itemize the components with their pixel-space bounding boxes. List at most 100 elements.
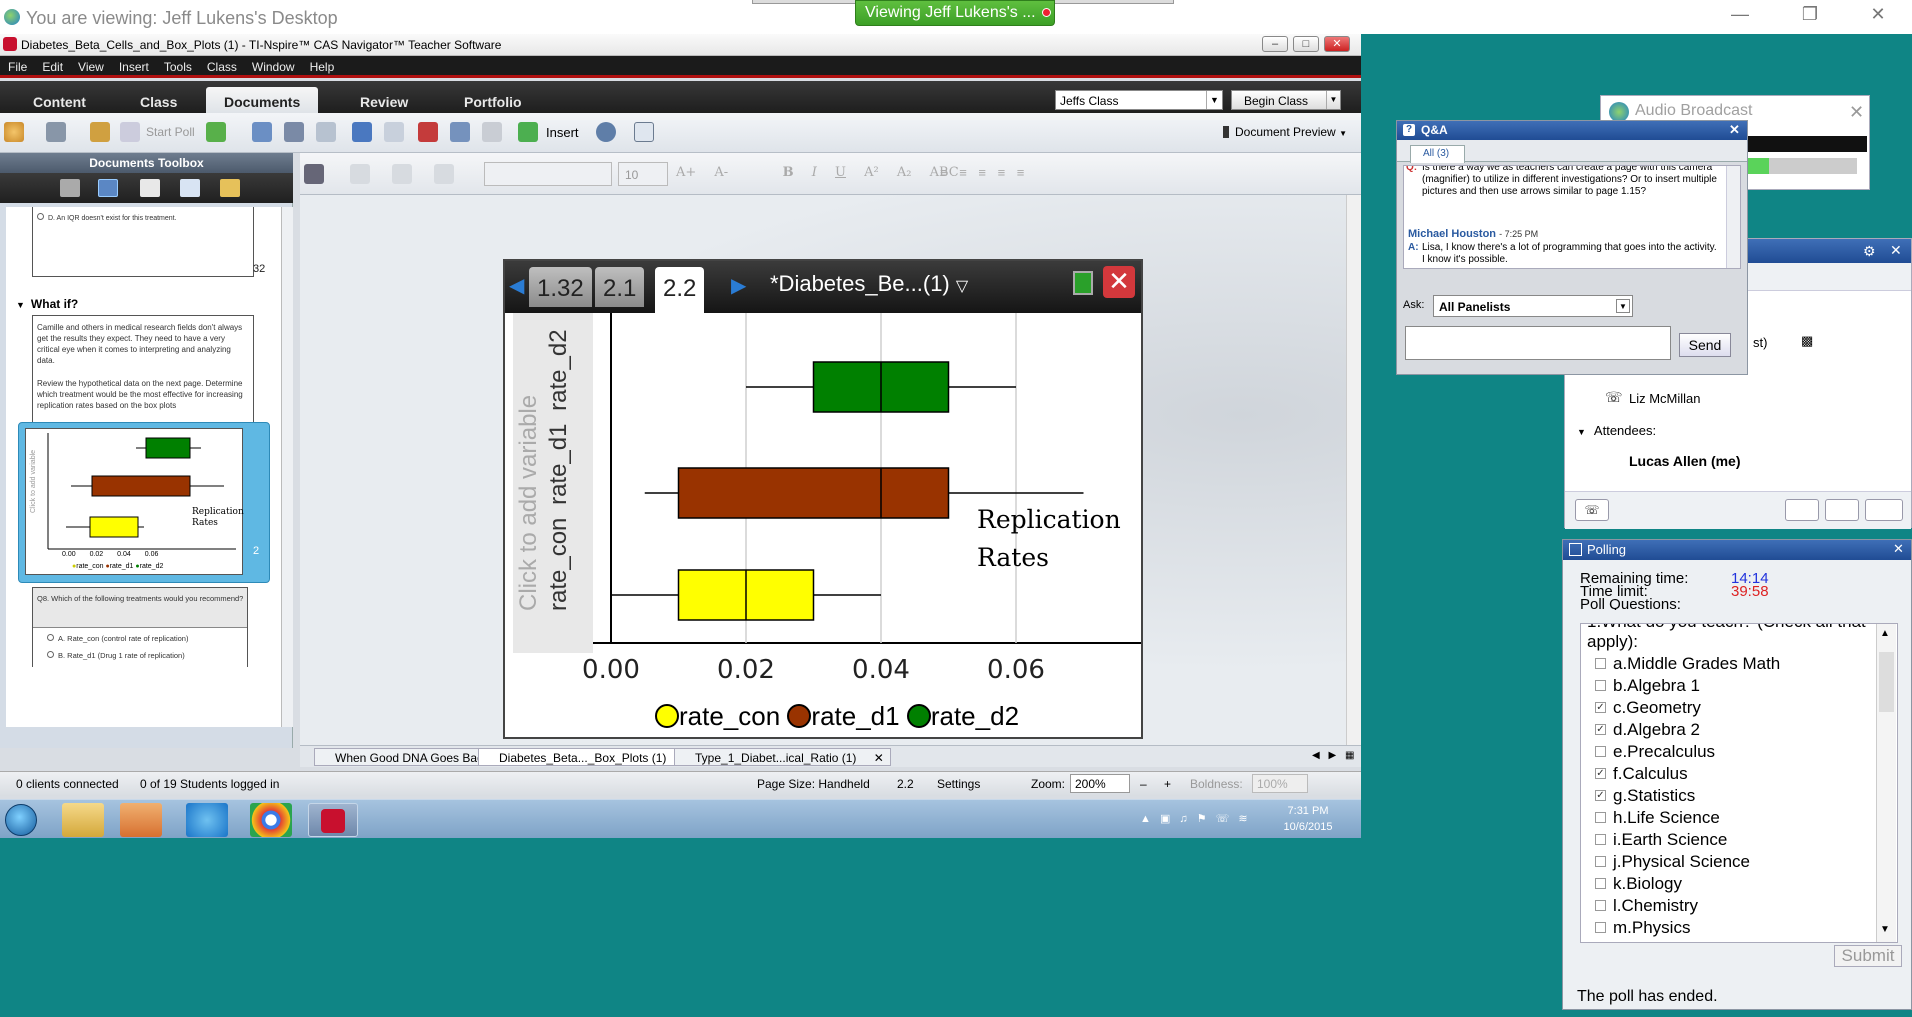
document-preview-button[interactable]: Document Preview ▼: [1223, 125, 1347, 139]
volume-slider[interactable]: [1747, 158, 1857, 174]
page-thumbnail-q7[interactable]: D. An IQR doesn't exist for this treatme…: [32, 207, 254, 277]
checkbox[interactable]: [1595, 680, 1606, 691]
media-player-icon[interactable]: [120, 803, 162, 837]
checkbox[interactable]: [1595, 900, 1606, 911]
problem-header[interactable]: ▼ What if?: [16, 297, 78, 311]
app-close-button[interactable]: ✕: [1324, 36, 1350, 52]
tab-all-questions[interactable]: All (3): [1410, 145, 1465, 163]
explorer-icon[interactable]: [62, 803, 104, 837]
emulator-icon[interactable]: [140, 179, 160, 197]
copy-icon[interactable]: [450, 122, 470, 142]
menu-window[interactable]: Window: [244, 56, 302, 74]
menu-view[interactable]: View: [70, 56, 111, 74]
menu-help[interactable]: Help: [302, 56, 342, 74]
prev-page-icon[interactable]: ◀: [509, 273, 524, 298]
close-icon[interactable]: ✕: [1849, 102, 1864, 123]
page-sorter-icon[interactable]: [98, 179, 118, 197]
utilities-icon[interactable]: [180, 179, 200, 197]
broadcast-button[interactable]: [1785, 499, 1819, 521]
cut-icon[interactable]: [418, 122, 438, 142]
close-icon[interactable]: ✕: [1858, 4, 1898, 30]
checkbox[interactable]: [1595, 746, 1606, 757]
menu-file[interactable]: File: [0, 56, 34, 74]
phone-button[interactable]: ☏: [1575, 499, 1609, 521]
send-button[interactable]: Send: [1679, 333, 1731, 357]
text-format-buttons[interactable]: A+ A- B I U A² A₂ ABC: [676, 165, 959, 180]
ask-recipient-select[interactable]: All Panelists ▼: [1433, 295, 1633, 317]
qa-scrollbar[interactable]: [1726, 166, 1740, 268]
redo-icon[interactable]: [384, 122, 404, 142]
y-axis-hint[interactable]: Click to add variable: [515, 395, 543, 611]
thumbnails-scrollbar[interactable]: [281, 207, 293, 727]
new-document-icon[interactable]: [206, 122, 226, 142]
close-icon[interactable]: ✕: [1893, 541, 1904, 557]
tab-content[interactable]: Content: [15, 87, 104, 113]
document-tab-active[interactable]: Diabetes_Beta..._Box_Plots (1) ✕: [478, 748, 701, 766]
paste-icon[interactable]: [482, 122, 502, 142]
attendees-section[interactable]: ▼ Attendees:: [1577, 423, 1656, 438]
question-input[interactable]: [1405, 326, 1671, 360]
fill-color-icon[interactable]: [350, 164, 370, 184]
close-icon[interactable]: ✕: [874, 751, 884, 765]
font-select[interactable]: [484, 162, 612, 186]
start-poll-button[interactable]: Start Poll: [146, 125, 195, 139]
submit-button[interactable]: Submit: [1834, 945, 1902, 967]
minimize-icon[interactable]: —: [1720, 4, 1760, 30]
checkbox-checked[interactable]: ✓: [1595, 790, 1606, 801]
text-color-icon[interactable]: [434, 164, 454, 184]
variables-icon[interactable]: [596, 122, 616, 142]
checkbox-checked[interactable]: ✓: [1595, 768, 1606, 779]
undo-icon[interactable]: [352, 122, 372, 142]
layout-icon[interactable]: [634, 122, 654, 142]
chrome-icon[interactable]: [250, 803, 292, 837]
chevron-up-icon[interactable]: ▲: [1880, 628, 1890, 639]
system-tray-icons[interactable]: ▲ ▣ ♫ ⚑ ☏ ≋: [1140, 812, 1248, 825]
canvas-scrollbar[interactable]: [1346, 195, 1361, 745]
checkbox[interactable]: [1595, 856, 1606, 867]
document-tab[interactable]: Type_1_Diabet...ical_Ratio (1) ✕: [674, 748, 891, 766]
checkbox[interactable]: [1595, 922, 1606, 933]
camera-icon[interactable]: [46, 122, 66, 142]
internet-explorer-icon[interactable]: [186, 803, 228, 837]
page-thumbnail-2-selected[interactable]: Replication Rates Click to add variable 0…: [18, 422, 270, 583]
tab-portfolio[interactable]: Portfolio: [446, 87, 540, 113]
y-axis-variables[interactable]: rate_con rate_d1 rate_d2: [545, 329, 573, 611]
user-icon[interactable]: [4, 122, 24, 142]
menu-class[interactable]: Class: [199, 56, 244, 74]
insert-button[interactable]: Insert: [520, 121, 585, 145]
ti-nspire-taskbar-icon[interactable]: [308, 803, 358, 837]
feedback-button[interactable]: [1865, 499, 1903, 521]
poll-scroll-thumb[interactable]: [1879, 652, 1894, 712]
chevron-down-icon[interactable]: ▼: [1880, 924, 1890, 935]
start-poll-icon[interactable]: [120, 122, 140, 142]
checkbox-checked[interactable]: ✓: [1595, 702, 1606, 713]
start-button-icon[interactable]: [5, 804, 37, 836]
page-tab-2-1[interactable]: 2.1: [595, 267, 645, 307]
save-icon[interactable]: [284, 122, 304, 142]
restore-icon[interactable]: ❐: [1790, 4, 1830, 30]
poll-scrollbar[interactable]: ▲ ▼: [1876, 624, 1896, 942]
close-icon[interactable]: ✕: [1729, 122, 1740, 138]
tab-review[interactable]: Review: [342, 87, 426, 113]
tab-documents[interactable]: Documents: [206, 87, 319, 113]
class-select[interactable]: Jeffs Class ▼: [1055, 90, 1223, 110]
boldness-select[interactable]: 100%: [1252, 774, 1308, 793]
send-icon[interactable]: [90, 122, 110, 142]
checkbox[interactable]: [1595, 658, 1606, 669]
tab-class[interactable]: Class: [122, 87, 195, 113]
open-icon[interactable]: [252, 122, 272, 142]
content-icon[interactable]: [220, 179, 240, 197]
gear-icon[interactable]: ⚙: [1863, 243, 1876, 260]
tools-icon[interactable]: [60, 179, 80, 197]
page-tab-2-2[interactable]: 2.2: [655, 267, 705, 313]
page-thumbnail-q8[interactable]: Q8. Which of the following treatments wo…: [32, 587, 248, 667]
save-all-icon[interactable]: [316, 122, 336, 142]
line-color-icon[interactable]: [392, 164, 412, 184]
next-page-icon[interactable]: ▶: [731, 273, 746, 298]
tab-scroll-buttons[interactable]: ◀ ▶ ▦: [1312, 750, 1354, 761]
alignment-buttons[interactable]: ≡ ≡ ≡ ≡ ≡: [940, 165, 1024, 180]
handheld-document-title[interactable]: *Diabetes_Be...(1) ▽: [770, 271, 968, 297]
menu-tools[interactable]: Tools: [156, 56, 199, 74]
zoom-select[interactable]: 200%: [1070, 774, 1130, 793]
raise-hand-button[interactable]: [1825, 499, 1859, 521]
